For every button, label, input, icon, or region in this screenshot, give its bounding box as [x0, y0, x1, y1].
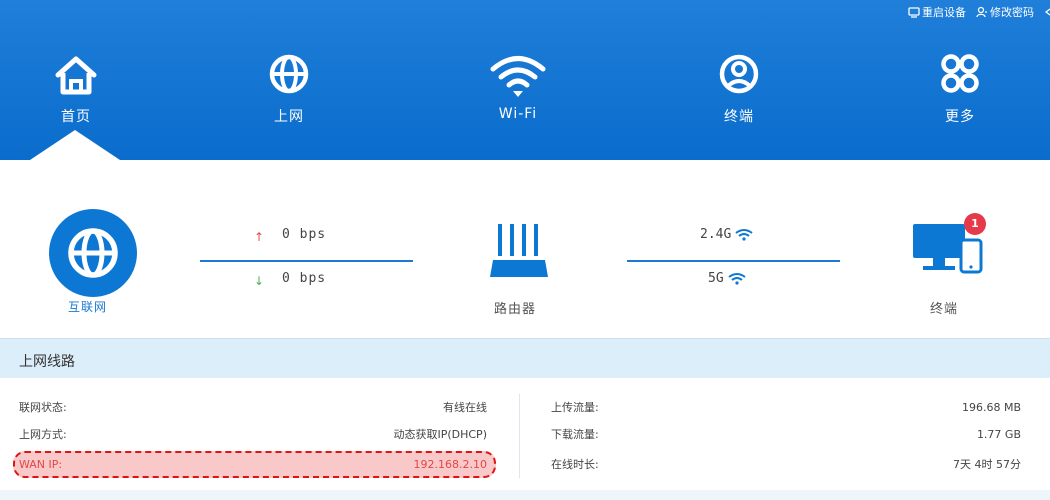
change-password-label: 修改密码: [990, 6, 1034, 19]
upload-arrow-icon: ↑: [254, 230, 265, 244]
upload-traffic-label: 上传流量:: [551, 401, 599, 414]
download-traffic-value: 1.77 GB: [976, 427, 1021, 441]
home-icon: [55, 56, 97, 95]
wan-ip-value: 192.168.2.10: [413, 457, 487, 471]
globe-icon: [269, 54, 309, 94]
online-time-row: 在线时长: 7天 4时 57分: [551, 453, 1021, 475]
wan-ip-row: WAN IP: 192.168.2.10: [19, 453, 487, 475]
upload-traffic-value: 196.68 MB: [961, 400, 1021, 414]
router-label: 路由器: [494, 302, 537, 317]
download-rate: 0 bps: [282, 271, 327, 286]
nav-internet-label: 上网: [274, 109, 304, 125]
mode-label: 上网方式:: [19, 428, 67, 441]
top-links: 重启设备 修改密码: [908, 5, 1050, 19]
wifi-link-line: [627, 260, 840, 262]
main-nav: 首页 上网 Wi-Fi 终端 更多: [0, 48, 1050, 138]
logout-icon[interactable]: [1044, 7, 1050, 17]
internet-label: 互联网: [68, 300, 108, 314]
mode-value: 动态获取IP(DHCP): [393, 428, 487, 441]
column-divider: [519, 394, 520, 478]
band-5g-label: 5G: [708, 271, 724, 286]
section-header: 上网线路: [0, 338, 1050, 378]
band-5g: 5G: [708, 271, 746, 286]
online-time-label: 在线时长:: [551, 458, 599, 471]
download-arrow-icon: ↓: [254, 274, 265, 288]
upload-traffic-row: 上传流量: 196.68 MB: [551, 396, 1021, 418]
router-node[interactable]: [489, 224, 549, 279]
download-traffic-label: 下载流量:: [551, 428, 599, 441]
wan-link-line: [200, 260, 413, 262]
nav-home-label: 首页: [61, 109, 91, 125]
terminal-count-badge: 1: [964, 213, 986, 235]
top-header: 重启设备 修改密码 首页 上网 Wi-Fi 终端 更多: [0, 0, 1050, 160]
reboot-icon: [908, 7, 920, 18]
upload-rate: 0 bps: [282, 227, 327, 242]
status-label: 联网状态:: [19, 401, 67, 414]
wifi-icon: [490, 56, 546, 97]
change-password-link[interactable]: 修改密码: [976, 4, 1034, 20]
nav-home[interactable]: 首页: [16, 48, 136, 138]
status-row: 联网状态: 有线在线: [19, 396, 487, 418]
wan-info-panel: 联网状态: 有线在线 上网方式: 动态获取IP(DHCP) WAN IP: 19…: [0, 378, 1050, 500]
nav-internet[interactable]: 上网: [229, 48, 349, 138]
wifi-icon: [728, 273, 746, 285]
active-tab-indicator: [30, 130, 120, 160]
nav-wifi[interactable]: Wi-Fi: [458, 48, 578, 138]
section-title: 上网线路: [19, 354, 75, 370]
user-circle-icon: [719, 54, 759, 94]
band-24g: 2.4G: [700, 227, 753, 242]
reboot-label: 重启设备: [922, 6, 966, 19]
nav-more[interactable]: 更多: [900, 48, 1020, 138]
router-icon: [490, 224, 548, 277]
status-value: 有线在线: [443, 401, 487, 414]
more-grid-icon: [941, 54, 979, 93]
reboot-link[interactable]: 重启设备: [908, 4, 966, 20]
band-24g-label: 2.4G: [700, 227, 732, 242]
terminal-label: 终端: [930, 302, 959, 317]
nav-terminal-label: 终端: [724, 109, 754, 125]
wan-ip-label: WAN IP:: [19, 457, 63, 471]
globe-icon: [68, 228, 118, 278]
nav-more-label: 更多: [945, 109, 975, 125]
download-traffic-row: 下载流量: 1.77 GB: [551, 423, 1021, 445]
internet-node[interactable]: [49, 209, 137, 297]
nav-wifi-label: Wi-Fi: [498, 106, 538, 122]
wifi-icon: [735, 229, 753, 241]
online-time-value: 7天 4时 57分: [953, 458, 1021, 471]
network-topology: 互联网 ↑ 0 bps ↓ 0 bps 路由器 2.4G 5G 1 终端: [0, 160, 1050, 338]
user-key-icon: [976, 6, 987, 18]
bottom-edge: [0, 490, 1050, 500]
mode-row: 上网方式: 动态获取IP(DHCP): [19, 423, 487, 445]
nav-terminal[interactable]: 终端: [679, 48, 799, 138]
